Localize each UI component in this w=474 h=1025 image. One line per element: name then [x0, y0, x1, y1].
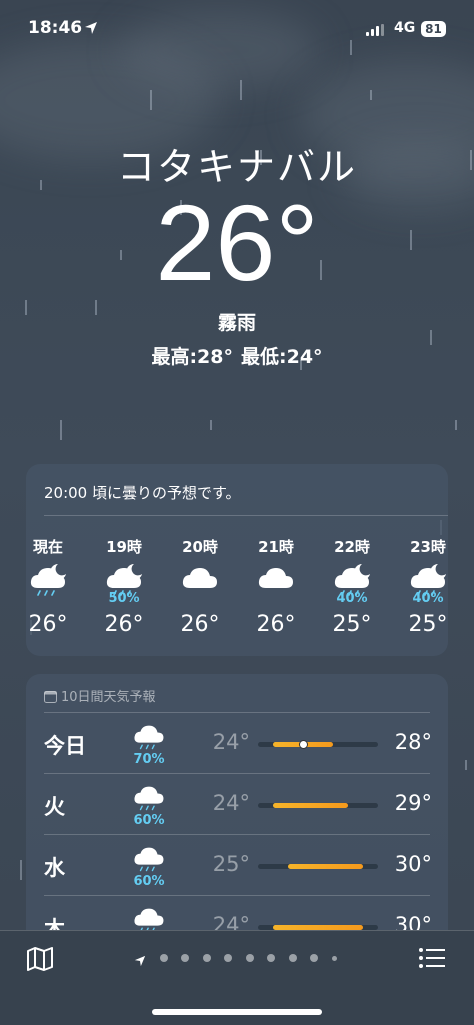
hour-label: 現在	[32, 538, 63, 556]
hourly-item: 23時 40% 25°	[398, 536, 448, 637]
rain-streak	[465, 760, 467, 770]
current-temperature: 26°	[155, 182, 319, 303]
location-arrow-icon	[85, 22, 97, 34]
hourly-item: 20時 26°	[170, 536, 230, 637]
hourly-item: 19時 50% 26°	[94, 536, 154, 637]
page-dot[interactable]	[181, 954, 189, 962]
divider	[44, 515, 448, 516]
calendar-icon	[44, 691, 57, 703]
cloud-rain-icon	[134, 847, 164, 872]
page-dot[interactable]	[288, 954, 297, 962]
cloud-rain-icon	[134, 908, 164, 933]
location-arrow-icon	[134, 955, 146, 967]
low-temp: 24°	[212, 791, 250, 815]
bottom-toolbar	[0, 930, 474, 1025]
page-dot[interactable]	[159, 954, 168, 962]
status-bar: 18:46 4G 81	[0, 18, 474, 46]
hourly-item: 現在 26°	[26, 536, 78, 637]
hourly-item: 22時 40% 25°	[322, 536, 382, 637]
temp-range-bar	[258, 864, 378, 869]
network-type: 4G	[394, 20, 416, 36]
hour-temp: 25°	[408, 612, 448, 637]
rain-streak	[150, 90, 152, 110]
low-temp: 24°	[212, 730, 250, 754]
page-dot[interactable]	[224, 954, 232, 962]
hour-label: 20時	[182, 538, 218, 556]
hour-temp: 26°	[180, 612, 220, 637]
low-temp: 25°	[212, 852, 250, 876]
precip-chance: 60%	[133, 813, 165, 828]
temp-range-bar	[258, 740, 378, 749]
high-temp: 29°	[394, 791, 432, 815]
high-temp: 28°	[394, 730, 432, 754]
rain-streak	[455, 420, 457, 430]
high-temp: 30°	[394, 852, 432, 876]
list-icon[interactable]	[418, 947, 446, 969]
page-dot[interactable]	[267, 954, 275, 962]
hourly-item: 21時 26°	[246, 536, 306, 637]
current-condition: 霧雨	[217, 312, 256, 334]
rain-streak	[60, 420, 62, 440]
temp-range-fill	[273, 803, 348, 808]
hour-label: 21時	[258, 538, 294, 556]
rain-streak	[370, 90, 372, 100]
day-label: 火	[44, 795, 65, 819]
day-label: 水	[44, 856, 65, 880]
hour-temp: 26°	[28, 612, 68, 637]
precip-chance: 50%	[108, 591, 140, 606]
high-low: 最高:28° 最低:24°	[0, 342, 474, 369]
page-dot[interactable]	[331, 956, 337, 961]
cloud-moon-rain-icon	[30, 564, 66, 596]
clock: 18:46	[28, 18, 83, 38]
current-temp-marker	[299, 740, 308, 749]
cloud-rain-icon	[134, 786, 164, 811]
temp-range-bar	[258, 803, 378, 808]
temp-range-fill	[288, 864, 363, 869]
ten-day-forecast-card[interactable]: 10日間天気予報 今日 70% 24° 28° 火 60% 24° 29° 水 60% 25° 30°…	[26, 674, 448, 974]
hour-temp: 26°	[104, 612, 144, 637]
low-temp: 最低:24°	[241, 346, 323, 368]
rain-streak	[240, 80, 242, 100]
ten-day-title: 10日間天気予報	[61, 690, 156, 705]
cloud-icon	[182, 568, 217, 588]
hourly-summary: 20:00 頃に曇りの予想です。	[44, 484, 241, 502]
page-dot[interactable]	[310, 954, 318, 962]
battery-icon: 81	[421, 21, 446, 37]
daily-row[interactable]: 水 60% 25° 30°	[26, 834, 448, 895]
precip-chance: 60%	[133, 874, 165, 889]
precip-chance: 40%	[412, 591, 444, 606]
precip-chance: 70%	[133, 752, 165, 767]
ten-day-header: 10日間天気予報	[44, 686, 156, 705]
high-temp: 最高:28°	[151, 346, 233, 368]
daily-row[interactable]: 火 60% 24° 29°	[26, 773, 448, 834]
signal-icon	[366, 24, 384, 36]
page-dot[interactable]	[202, 954, 211, 962]
cloud-icon	[258, 568, 293, 588]
hour-label: 19時	[106, 538, 142, 556]
hour-label: 23時	[410, 538, 446, 556]
page-dot[interactable]	[245, 954, 254, 962]
map-icon[interactable]	[26, 947, 54, 971]
rain-streak	[210, 420, 212, 430]
hour-temp: 26°	[256, 612, 296, 637]
hour-temp: 25°	[332, 612, 372, 637]
hourly-forecast-card[interactable]: 20:00 頃に曇りの予想です。 現在 26° 19時 50% 26° 20時 26° 21時…	[26, 464, 448, 656]
daily-row[interactable]: 今日 70% 24° 28°	[26, 712, 448, 773]
rain-streak	[20, 860, 22, 880]
hour-label: 22時	[334, 538, 370, 556]
day-label: 今日	[44, 734, 86, 758]
home-indicator[interactable]	[152, 1009, 322, 1015]
precip-chance: 40%	[336, 591, 368, 606]
cloud-rain-icon	[134, 725, 164, 750]
